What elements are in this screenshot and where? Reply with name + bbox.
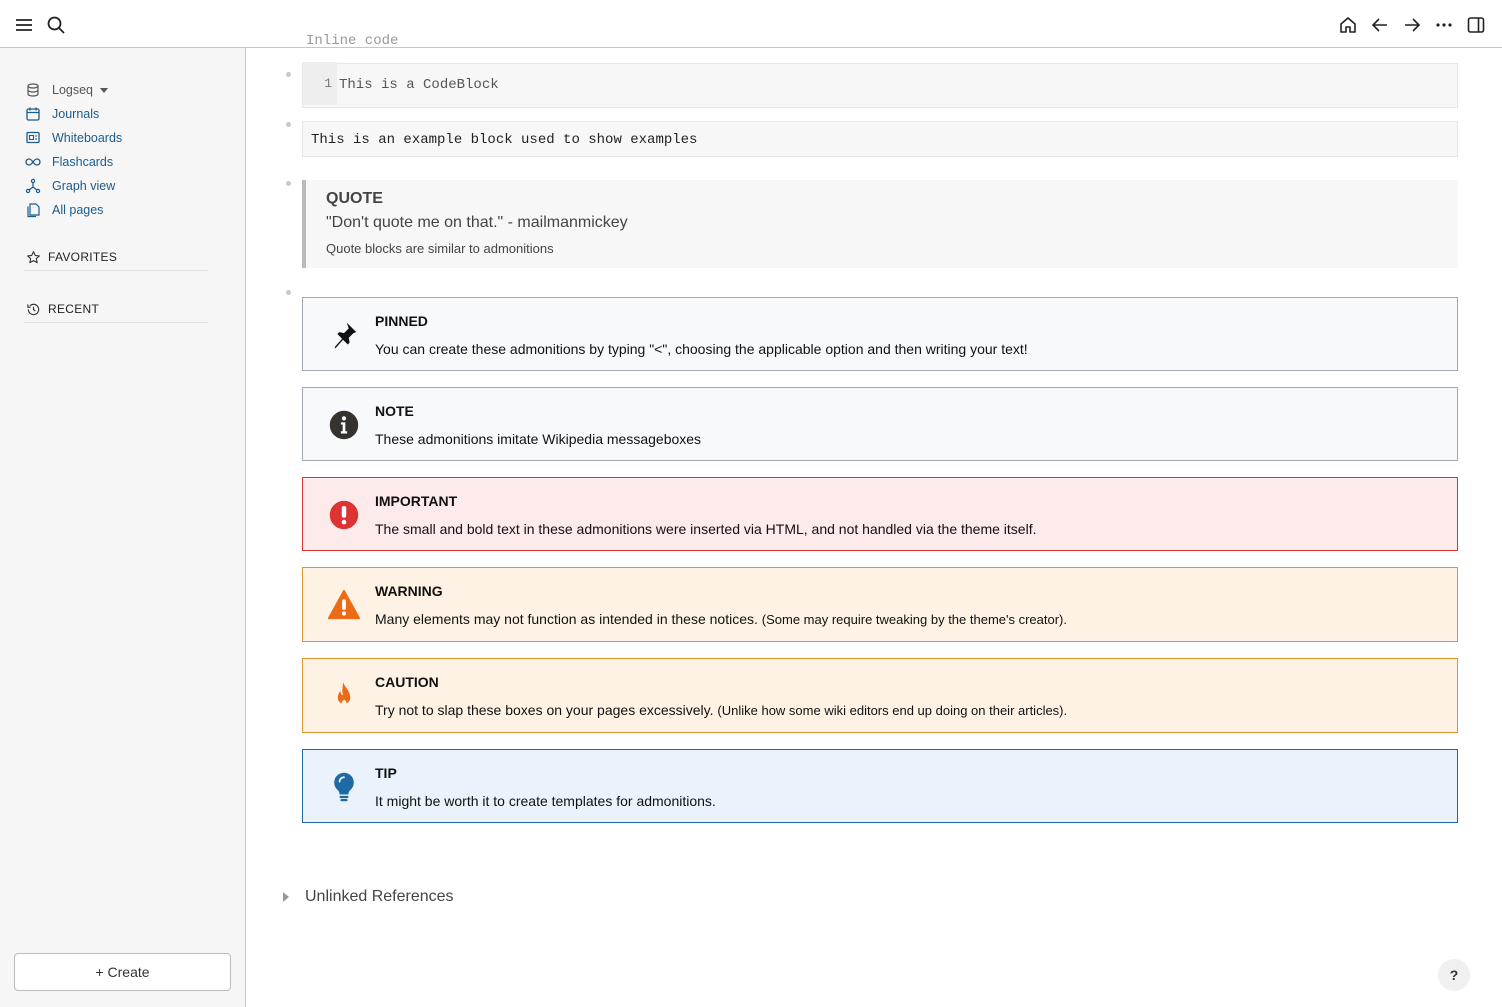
caret-right-icon	[283, 892, 289, 902]
admonition-title: TIP	[375, 765, 397, 781]
star-icon	[24, 248, 42, 266]
admonition-title: IMPORTANT	[375, 493, 458, 509]
sidebar-item-label: Graph view	[52, 179, 116, 193]
favorites-label: FAVORITES	[48, 250, 118, 264]
favorites-section[interactable]: FAVORITES	[24, 244, 208, 271]
exclamation-icon	[326, 497, 362, 533]
admonition-note[interactable]: NOTE These admonitions imitate Wikipedia…	[302, 387, 1458, 461]
sidebar-item-label: All pages	[52, 203, 104, 217]
sidebar-item-flashcards[interactable]: Flashcards	[24, 152, 113, 172]
quote-title: QUOTE	[326, 190, 383, 207]
pin-icon	[326, 317, 362, 353]
admonition-body: These admonitions imitate Wikipedia mess…	[375, 431, 701, 447]
example-block[interactable]: This is an example block used to show ex…	[302, 121, 1458, 157]
recent-section[interactable]: RECENT	[24, 296, 208, 323]
admonition-tip[interactable]: TIP It might be worth it to create templ…	[302, 749, 1458, 823]
block-bullet[interactable]	[286, 181, 291, 186]
unlinked-references-toggle[interactable]: Unlinked References	[283, 888, 454, 906]
admonition-important[interactable]: IMPORTANT The small and bold text in the…	[302, 477, 1458, 551]
admonition-small-text: (Unlike how some wiki editors end up doi…	[717, 703, 1068, 718]
info-icon	[326, 407, 362, 443]
graph-name: Logseq	[52, 83, 94, 97]
block-bullet[interactable]	[286, 290, 291, 295]
admonition-warning[interactable]: WARNING Many elements may not function a…	[302, 567, 1458, 642]
admonition-small-text: (Some may require tweaking by the theme'…	[761, 612, 1068, 627]
admonition-title: NOTE	[375, 403, 414, 419]
graph-icon	[24, 177, 42, 195]
inline-code-partial: Inline code	[306, 34, 399, 46]
admonition-body: Try not to slap these boxes on your page…	[375, 702, 1067, 718]
admonition-body: You can create these admonitions by typi…	[375, 341, 1028, 357]
right-sidebar-toggle-icon[interactable]	[1463, 12, 1489, 38]
admonition-caution[interactable]: CAUTION Try not to slap these boxes on y…	[302, 658, 1458, 733]
block-bullet[interactable]	[286, 72, 291, 77]
admonition-body: Many elements may not function as intend…	[375, 611, 1067, 627]
admonition-pinned[interactable]: PINNED You can create these admonitions …	[302, 297, 1458, 371]
admonition-text: These admonitions imitate Wikipedia mess…	[375, 431, 702, 447]
home-icon[interactable]	[1335, 12, 1361, 38]
infinity-icon	[24, 153, 42, 171]
lightbulb-icon	[326, 769, 362, 805]
recent-label: RECENT	[48, 302, 100, 316]
pages-icon	[24, 201, 42, 219]
admonition-title: WARNING	[375, 583, 443, 599]
admonition-title: CAUTION	[375, 674, 439, 690]
history-icon	[24, 300, 42, 318]
admonition-body: The small and bold text in these admonit…	[375, 521, 1036, 537]
quote-subtext: Quote blocks are similar to admonitions	[326, 241, 554, 256]
menu-icon[interactable]	[11, 12, 37, 38]
warning-icon	[326, 587, 362, 623]
unlinked-references-label: Unlinked References	[305, 888, 454, 905]
forward-arrow-icon[interactable]	[1399, 12, 1425, 38]
create-button[interactable]: + Create	[14, 953, 231, 991]
sidebar-item-label: Journals	[52, 107, 100, 121]
back-arrow-icon[interactable]	[1367, 12, 1393, 38]
sidebar-item-whiteboards[interactable]: Whiteboards	[24, 128, 122, 148]
database-icon	[24, 81, 42, 99]
admonition-text: You can create these admonitions by typi…	[375, 341, 1028, 357]
help-button[interactable]: ?	[1438, 959, 1470, 991]
admonition-text: It might be worth it to create templates…	[375, 793, 716, 809]
left-sidebar: Logseq Journals Whiteboards Flashcards G…	[0, 48, 246, 1007]
top-bar	[0, 0, 1502, 48]
more-icon[interactable]	[1431, 12, 1457, 38]
sidebar-item-label: Whiteboards	[52, 131, 123, 145]
admonition-title: PINNED	[375, 313, 428, 329]
sidebar-item-all-pages[interactable]: All pages	[24, 200, 103, 220]
admonition-text: Many elements may not function as intend…	[375, 611, 758, 627]
graph-selector[interactable]: Logseq	[24, 80, 109, 100]
admonition-text: Try not to slap these boxes on your page…	[375, 702, 714, 718]
caret-down-icon	[100, 87, 109, 93]
search-icon[interactable]	[43, 12, 69, 38]
admonition-body: It might be worth it to create templates…	[375, 793, 716, 809]
code-block[interactable]: 1 This is a CodeBlock	[302, 62, 1458, 108]
quote-body: "Don't quote me on that." - mailmanmicke…	[326, 214, 628, 231]
calendar-icon	[24, 105, 42, 123]
whiteboard-icon	[24, 129, 42, 147]
admonition-text: The small and bold text in these admonit…	[375, 521, 1037, 537]
line-number: 1	[303, 62, 337, 105]
quote-block[interactable]: QUOTE "Don't quote me on that." - mailma…	[302, 180, 1458, 268]
code-text: This is a CodeBlock	[339, 77, 499, 93]
sidebar-item-label: Flashcards	[52, 155, 114, 169]
sidebar-item-graph-view[interactable]: Graph view	[24, 176, 115, 196]
flame-icon	[326, 678, 362, 714]
block-bullet[interactable]	[286, 122, 291, 127]
sidebar-item-journals[interactable]: Journals	[24, 104, 99, 124]
